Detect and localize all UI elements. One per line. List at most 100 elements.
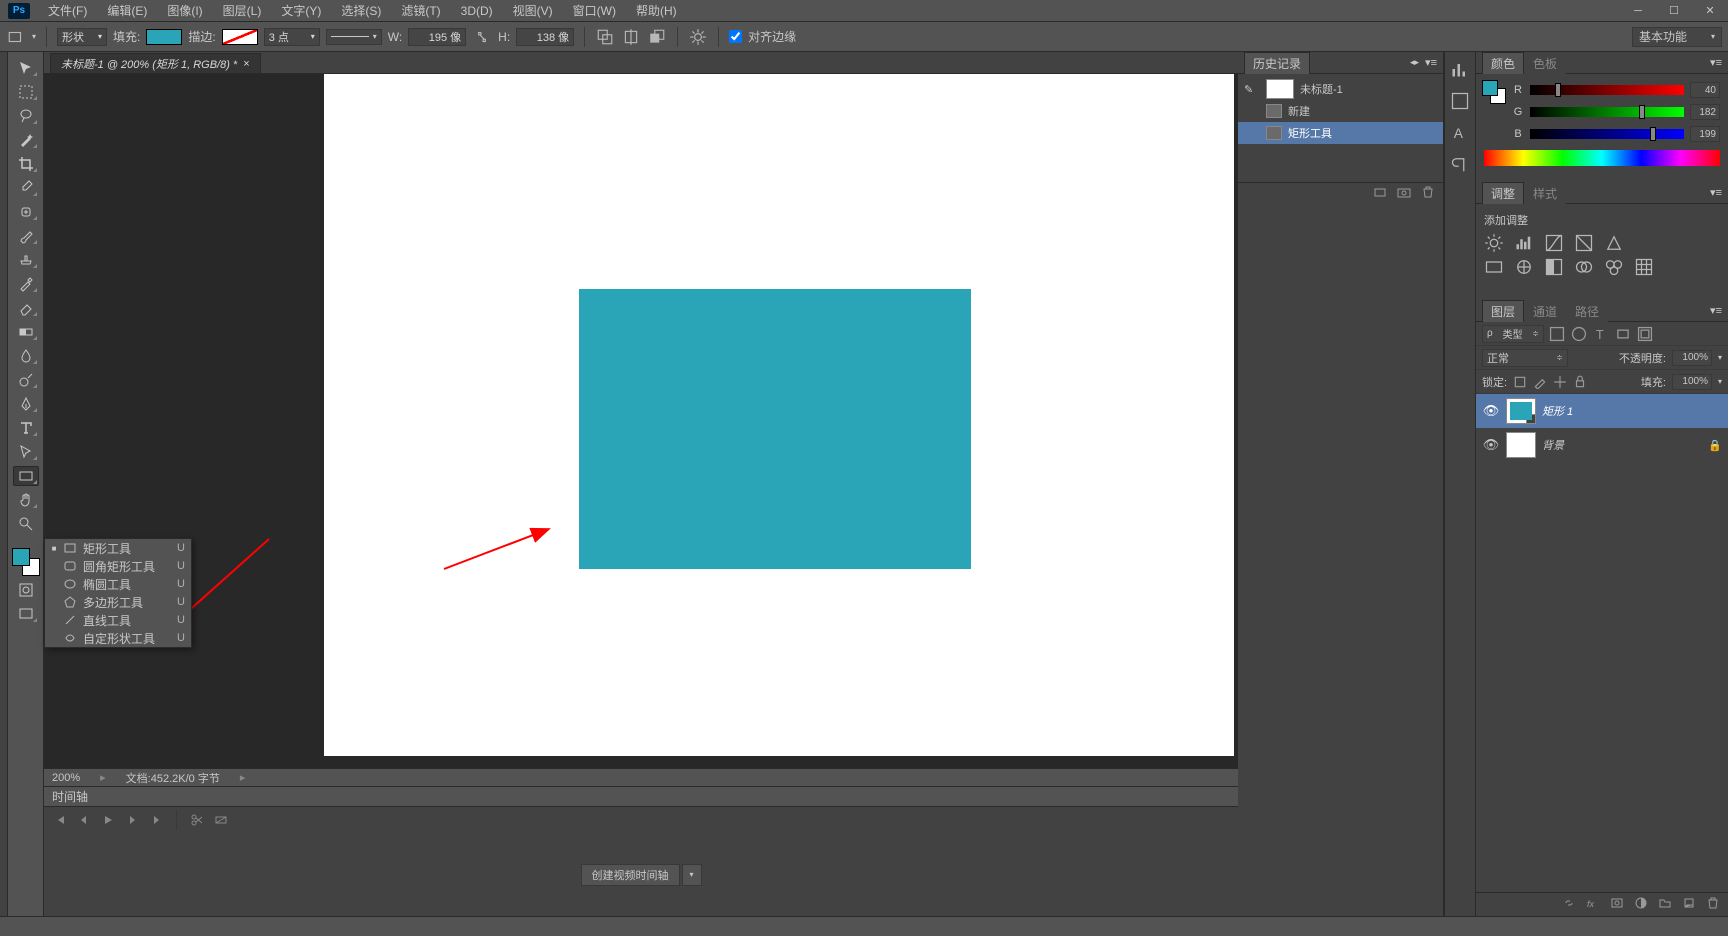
b-slider[interactable]	[1530, 129, 1684, 139]
chevron-down-icon[interactable]: ▾	[1718, 377, 1722, 386]
filter-type-icon[interactable]: T	[1592, 325, 1610, 343]
lock-pixels-icon[interactable]	[1513, 375, 1527, 389]
g-slider[interactable]	[1530, 107, 1684, 117]
menu-3d[interactable]: 3D(D)	[451, 4, 503, 18]
panel-menu-icon[interactable]: ▾≡	[1710, 56, 1722, 69]
adjustments-tab[interactable]: 调整	[1482, 182, 1524, 204]
history-doc-row[interactable]: ✎ 未标题-1	[1238, 78, 1443, 100]
rectangle-shape[interactable]	[579, 289, 971, 569]
brightness-icon[interactable]	[1484, 234, 1504, 252]
menu-select[interactable]: 选择(S)	[331, 2, 391, 19]
stroke-swatch[interactable]	[222, 29, 258, 45]
canvas-viewport[interactable]	[44, 74, 1238, 768]
fill-swatch[interactable]	[146, 29, 182, 45]
levels-icon[interactable]	[1514, 234, 1534, 252]
layer-name[interactable]: 背景	[1542, 437, 1564, 453]
menu-layer[interactable]: 图层(L)	[213, 2, 272, 19]
filter-smart-icon[interactable]	[1636, 325, 1654, 343]
marquee-tool[interactable]	[13, 82, 39, 102]
flyout-rounded-rectangle-tool[interactable]: 圆角矩形工具 U	[45, 557, 191, 575]
menu-view[interactable]: 视图(V)	[503, 2, 563, 19]
scissors-icon[interactable]	[189, 812, 205, 828]
path-arrange-button[interactable]	[647, 27, 667, 47]
channels-tab[interactable]: 通道	[1524, 300, 1566, 322]
screen-mode-toggle[interactable]	[13, 604, 39, 624]
prev-frame-button[interactable]	[76, 812, 92, 828]
color-balance-icon[interactable]	[1514, 258, 1534, 276]
flyout-line-tool[interactable]: 直线工具 U	[45, 611, 191, 629]
next-frame-button[interactable]	[124, 812, 140, 828]
document-tab[interactable]: 未标题-1 @ 200% (矩形 1, RGB/8) *×	[50, 53, 261, 73]
zoom-tool[interactable]	[13, 514, 39, 534]
history-tab[interactable]: 历史记录	[1244, 52, 1310, 74]
visibility-toggle[interactable]: 👁	[1482, 403, 1500, 419]
lock-brush-icon[interactable]	[1533, 375, 1547, 389]
tool-preset-picker[interactable]	[6, 27, 26, 47]
canvas[interactable]	[324, 74, 1234, 756]
stroke-width-input[interactable]: 3 点▾	[264, 28, 320, 46]
menu-edit[interactable]: 编辑(E)	[97, 2, 157, 19]
zoom-level[interactable]: 200%	[52, 772, 80, 784]
hand-tool[interactable]	[13, 490, 39, 510]
blur-tool[interactable]	[13, 346, 39, 366]
layer-row-shape[interactable]: 👁 ▫ 矩形 1	[1476, 394, 1728, 428]
create-snapshot-icon[interactable]	[1373, 185, 1387, 202]
flyout-custom-shape-tool[interactable]: 自定形状工具 U	[45, 629, 191, 647]
close-tab-icon[interactable]: ×	[243, 58, 249, 70]
hue-sat-icon[interactable]	[1484, 258, 1504, 276]
status-arrow-icon[interactable]: ▸	[100, 771, 106, 784]
dodge-tool[interactable]	[13, 370, 39, 390]
dock-paragraph2-icon[interactable]	[1450, 156, 1470, 174]
align-edges-checkbox[interactable]	[729, 30, 742, 43]
width-input[interactable]	[408, 28, 466, 46]
visibility-toggle[interactable]: 👁	[1482, 437, 1500, 453]
rectangle-tool[interactable]	[13, 466, 39, 486]
layer-filter-type[interactable]: ρ类型≑	[1482, 325, 1544, 343]
history-step-new[interactable]: 新建	[1238, 100, 1443, 122]
menu-type[interactable]: 文字(Y)	[271, 2, 331, 19]
filter-image-icon[interactable]	[1548, 325, 1566, 343]
filter-shape-icon[interactable]	[1614, 325, 1632, 343]
color-fgbg-swatch[interactable]	[1482, 80, 1506, 104]
panel-menu-icon[interactable]: ▾≡	[1710, 186, 1722, 199]
color-swatches[interactable]	[12, 548, 40, 576]
history-step-rectangle[interactable]: 矩形工具	[1238, 122, 1443, 144]
pen-tool[interactable]	[13, 394, 39, 414]
r-value[interactable]: 40	[1690, 82, 1720, 98]
blend-mode-dropdown[interactable]: 正常≑	[1482, 349, 1568, 367]
paths-tab[interactable]: 路径	[1566, 300, 1608, 322]
foreground-color[interactable]	[12, 548, 30, 566]
menu-help[interactable]: 帮助(H)	[626, 2, 687, 19]
menu-image[interactable]: 图像(I)	[157, 2, 212, 19]
camera-icon[interactable]	[1397, 185, 1411, 202]
first-frame-button[interactable]	[52, 812, 68, 828]
layer-thumbnail[interactable]	[1506, 432, 1536, 458]
shape-mode-dropdown[interactable]: 形状▾	[57, 28, 107, 46]
path-align-button[interactable]	[621, 27, 641, 47]
magic-wand-tool[interactable]	[13, 130, 39, 150]
vibrance-icon[interactable]	[1604, 234, 1624, 252]
swatches-tab[interactable]: 色板	[1524, 52, 1566, 74]
create-video-timeline-button[interactable]: 创建视频时间轴	[581, 864, 680, 886]
color-spectrum[interactable]	[1484, 150, 1720, 166]
flyout-polygon-tool[interactable]: 多边形工具 U	[45, 593, 191, 611]
trash-icon[interactable]	[1421, 185, 1435, 202]
chevron-down-icon[interactable]: ▾	[1718, 353, 1722, 362]
photo-filter-icon[interactable]	[1574, 258, 1594, 276]
window-close[interactable]: ✕	[1696, 2, 1724, 20]
b-value[interactable]: 199	[1690, 126, 1720, 142]
fx-icon[interactable]: fx	[1586, 896, 1600, 913]
lookup-icon[interactable]	[1634, 258, 1654, 276]
group-icon[interactable]	[1658, 896, 1672, 913]
play-button[interactable]	[100, 812, 116, 828]
dock-character-icon[interactable]	[1450, 92, 1470, 110]
stroke-style-dropdown[interactable]: ▾	[326, 29, 382, 45]
new-layer-icon[interactable]	[1682, 896, 1696, 913]
lock-all-icon[interactable]	[1573, 375, 1587, 389]
gear-icon[interactable]	[688, 27, 708, 47]
styles-tab[interactable]: 样式	[1524, 182, 1566, 204]
adjustment-layer-icon[interactable]	[1634, 896, 1648, 913]
layer-row-background[interactable]: 👁 背景 🔒	[1476, 428, 1728, 462]
layer-thumbnail[interactable]: ▫	[1506, 398, 1536, 424]
eraser-tool[interactable]	[13, 298, 39, 318]
